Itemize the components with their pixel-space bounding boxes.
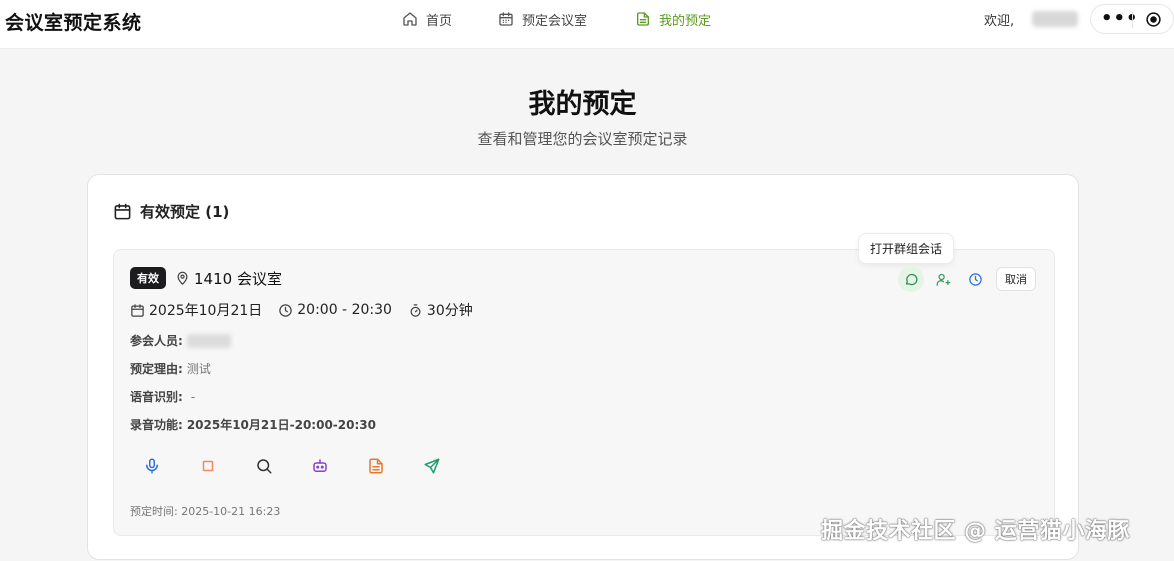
group-chat-tooltip: 打开群组会话 bbox=[858, 233, 955, 264]
clock-icon bbox=[279, 303, 293, 317]
close-target-icon[interactable] bbox=[1145, 11, 1162, 28]
main-nav: 首页 预定会议室 我的预定 bbox=[402, 0, 711, 38]
nav-item-label: 我的预定 bbox=[659, 13, 712, 29]
section-title: 有效预定 (1) bbox=[140, 203, 230, 221]
status-badge: 有效 bbox=[130, 267, 166, 289]
stop-button[interactable] bbox=[197, 455, 219, 477]
welcome-text: 欢迎, bbox=[984, 14, 1015, 29]
reason-label: 预定理由: bbox=[130, 362, 183, 376]
booking-item: 打开群组会话 有效 1410 会议室 取消 2025年10月21日 20:00 … bbox=[113, 233, 1055, 536]
booking-duration: 30分钟 bbox=[426, 303, 473, 319]
microphone-icon bbox=[146, 458, 158, 474]
nav-item-home[interactable]: 首页 bbox=[402, 10, 452, 29]
calendar-icon bbox=[499, 12, 513, 26]
reason-field: 预定理由: 测试 bbox=[130, 360, 211, 377]
extend-time-button[interactable] bbox=[962, 266, 988, 292]
reason-value: 测试 bbox=[186, 362, 211, 376]
page-subtitle: 查看和管理您的会议室预定记录 bbox=[477, 130, 688, 148]
bookings-card: 有效预定 (1) 打开群组会话 有效 1410 会议室 取消 2025年10月2… bbox=[87, 174, 1079, 560]
calendar-icon bbox=[131, 303, 144, 317]
speech-field: 语音识别: - bbox=[130, 388, 195, 405]
booking-date: 2025年10月21日 bbox=[149, 303, 263, 319]
cancel-booking-button[interactable]: 取消 bbox=[996, 267, 1036, 291]
search-button[interactable] bbox=[253, 455, 275, 477]
user-name-redacted bbox=[1032, 11, 1078, 27]
search-icon bbox=[257, 459, 272, 474]
speech-label: 语音识别: bbox=[130, 390, 183, 404]
recording-value: 2025年10月21日-20:00-20:30 bbox=[186, 418, 376, 432]
clock-icon bbox=[968, 272, 982, 286]
nav-item-book-room[interactable]: 预定会议室 bbox=[498, 10, 587, 29]
group-chat-button[interactable] bbox=[898, 266, 924, 292]
attendees-label: 参会人员: bbox=[130, 334, 183, 348]
timer-icon bbox=[410, 303, 421, 317]
attendees-field: 参会人员: bbox=[130, 332, 231, 349]
speech-value: - bbox=[190, 389, 196, 404]
minutes-document-button[interactable] bbox=[365, 455, 387, 477]
nav-item-my-bookings[interactable]: 我的预定 bbox=[635, 10, 711, 29]
document-icon bbox=[637, 12, 650, 26]
recording-field: 录音功能: 2025年10月21日-20:00-20:30 bbox=[130, 416, 376, 433]
calendar-icon bbox=[114, 203, 131, 220]
booking-tools bbox=[141, 455, 477, 477]
room-name: 1410 会议室 bbox=[194, 269, 282, 288]
document-icon bbox=[369, 458, 383, 474]
section-header: 有效预定 (1) bbox=[113, 201, 229, 222]
capsule-divider bbox=[1132, 12, 1133, 28]
user-plus-icon bbox=[936, 273, 950, 286]
time-group: 20:00 - 20:30 bbox=[278, 302, 392, 318]
nav-item-label: 首页 bbox=[426, 13, 453, 29]
booked-at-text: 预定时间: 2025-10-21 16:23 bbox=[130, 505, 281, 518]
record-button[interactable] bbox=[141, 455, 163, 477]
robot-icon bbox=[313, 459, 327, 472]
attendees-redacted bbox=[186, 333, 231, 348]
app-title: 会议室预定系统 bbox=[5, 12, 142, 34]
mini-program-capsule: ••• bbox=[1090, 4, 1174, 34]
watermark: 掘金技术社区 @ 运营猫小海豚 bbox=[821, 519, 1130, 544]
date-group: 2025年10月21日 bbox=[130, 300, 262, 320]
booking-time-row: 2025年10月21日 20:00 - 20:30 30分钟 bbox=[130, 300, 489, 320]
ai-assistant-button[interactable] bbox=[309, 455, 331, 477]
booking-time: 20:00 - 20:30 bbox=[297, 302, 392, 318]
stop-square-icon bbox=[202, 460, 214, 472]
nav-item-label: 预定会议室 bbox=[522, 13, 588, 29]
send-icon bbox=[424, 458, 440, 474]
recording-label: 录音功能: bbox=[130, 418, 183, 432]
add-attendee-button[interactable] bbox=[930, 266, 956, 292]
home-icon bbox=[403, 12, 417, 26]
booking-title-row: 有效 1410 会议室 bbox=[130, 267, 282, 289]
top-bar: 会议室预定系统 首页 预定会议室 我的预定 欢迎, ••• bbox=[0, 0, 1174, 49]
page-title: 我的预定 bbox=[528, 89, 637, 120]
booking-actions: 取消 bbox=[898, 266, 1036, 292]
location-pin-icon bbox=[177, 271, 188, 285]
duration-group: 30分钟 bbox=[408, 300, 473, 320]
chat-bubble-icon bbox=[905, 273, 917, 285]
send-button[interactable] bbox=[421, 455, 443, 477]
